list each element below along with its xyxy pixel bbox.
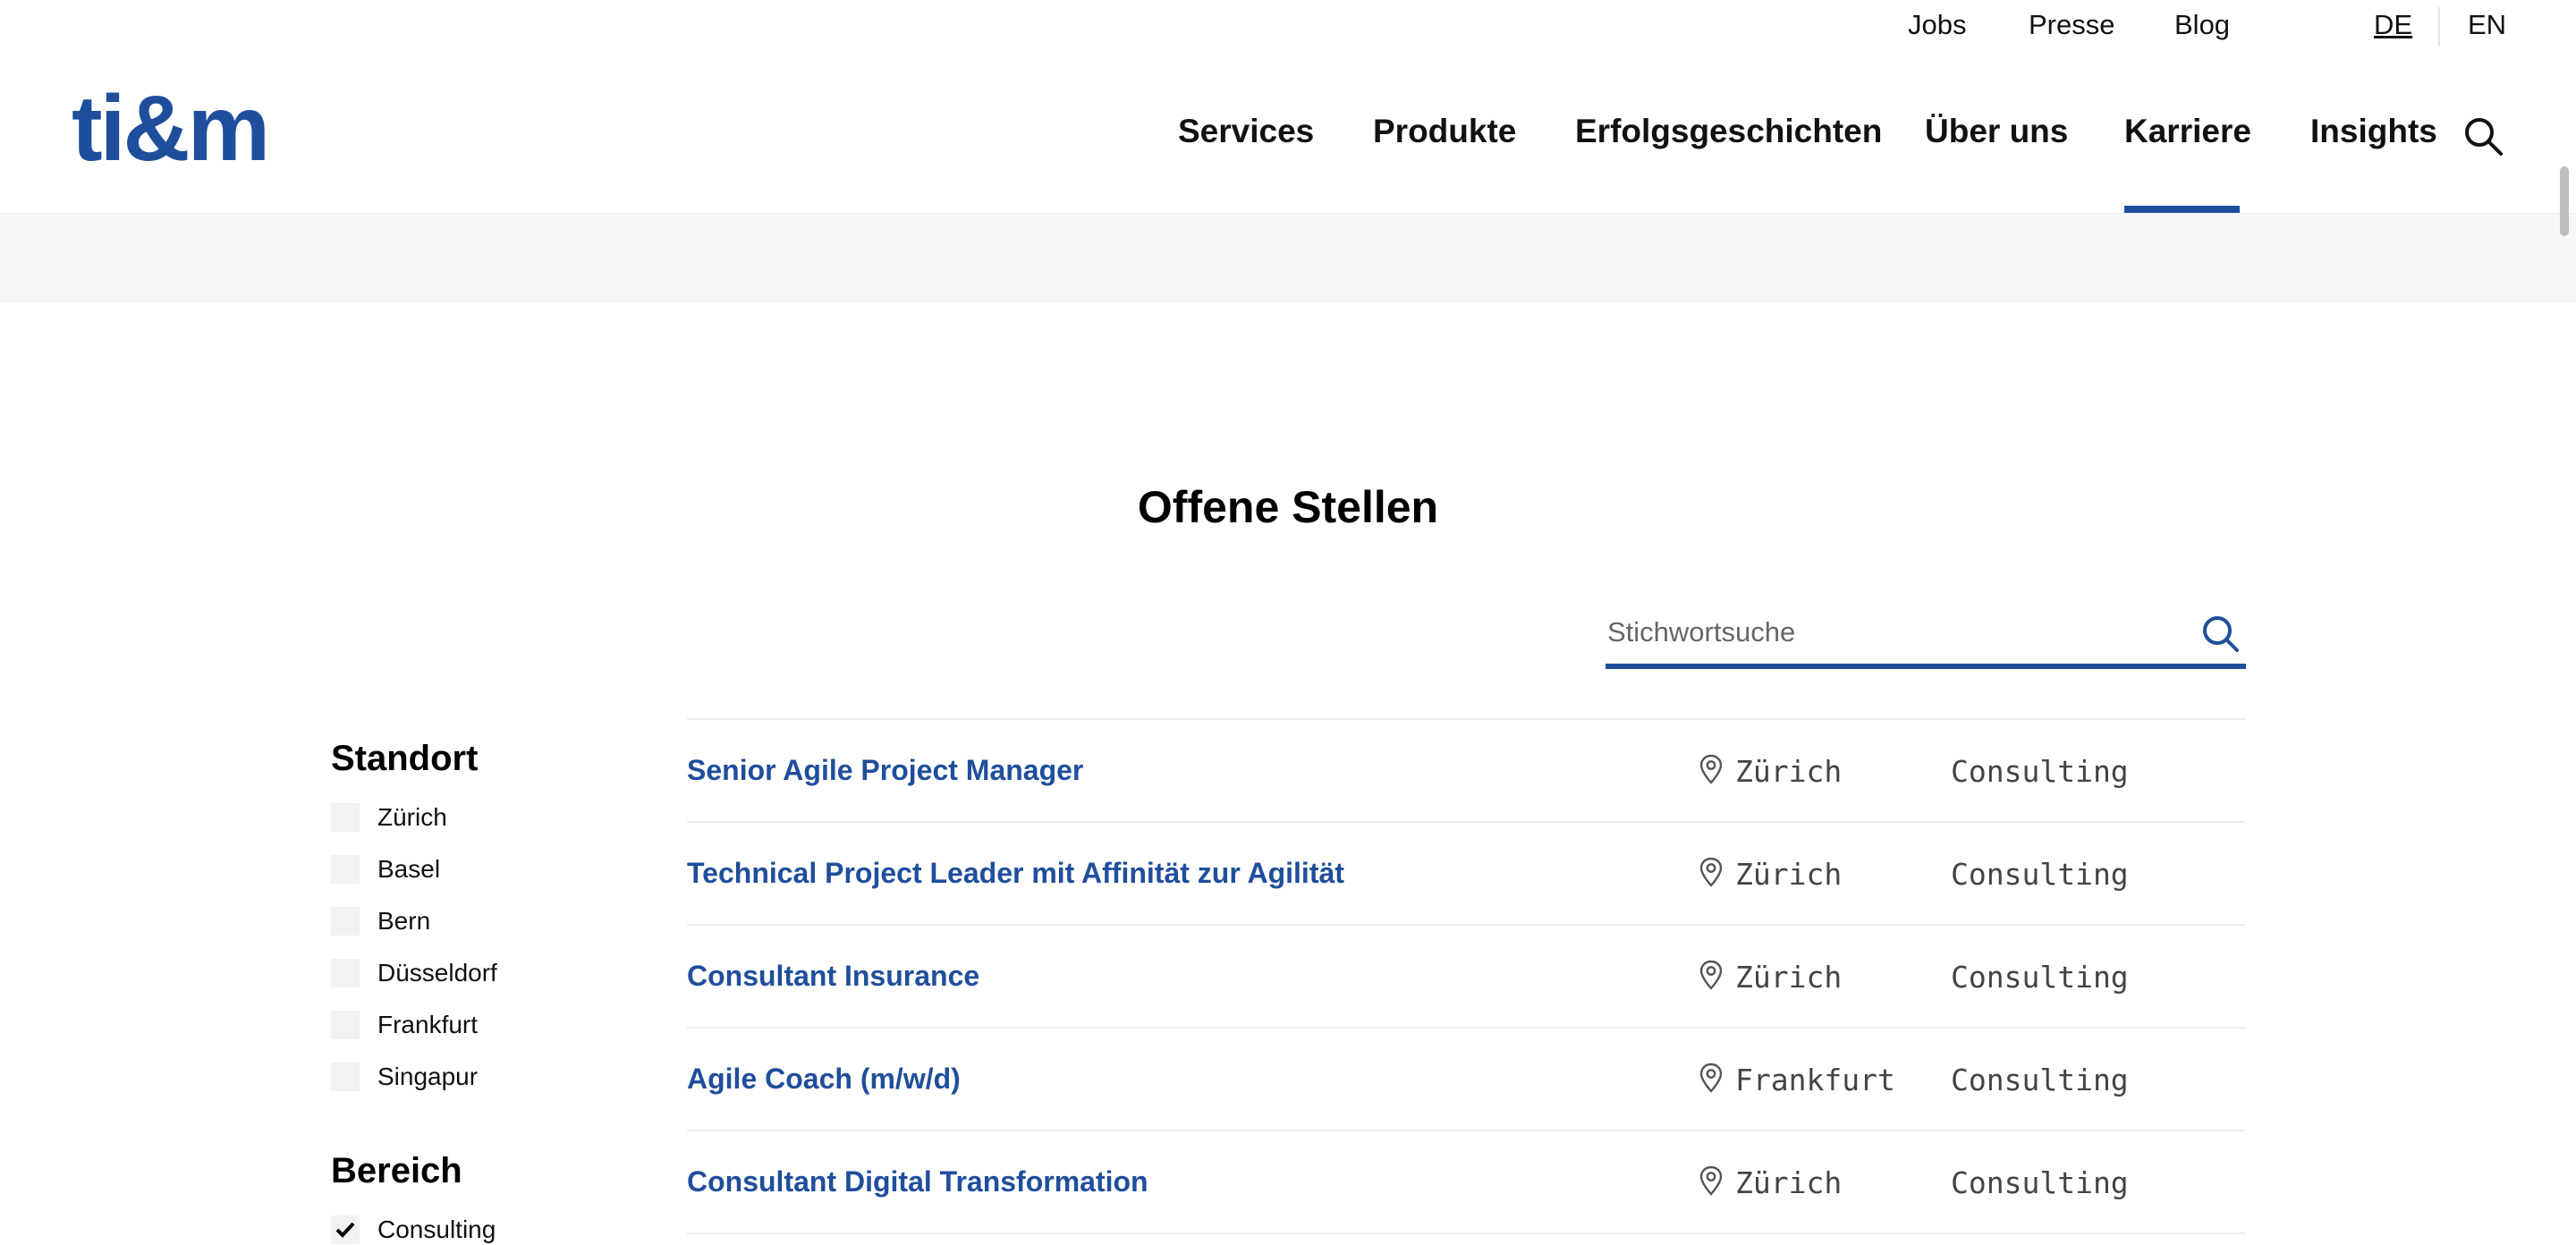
nav-item-insights[interactable]: Insights: [2310, 113, 2437, 150]
language-en-link[interactable]: EN: [2468, 9, 2506, 41]
checkbox[interactable]: [331, 1011, 360, 1039]
filter-option-consulting[interactable]: Consulting: [331, 1215, 496, 1245]
job-title-link[interactable]: Senior Agile Project Manager: [687, 754, 1083, 787]
filter-option-label: Bern: [377, 907, 431, 935]
map-pin-icon: [1699, 1063, 1723, 1093]
checkbox[interactable]: [331, 1063, 360, 1091]
map-pin-icon: [1699, 1165, 1723, 1196]
filter-option-duesseldorf[interactable]: Düsseldorf: [331, 958, 497, 988]
checkmark-icon: [335, 1222, 355, 1238]
job-list: Senior Agile Project Manager Zürich Cons…: [687, 718, 2245, 1234]
job-row[interactable]: Consultant Digital Transformation Zürich…: [687, 1130, 2245, 1234]
job-row[interactable]: Agile Coach (m/w/d) Frankfurt Consulting: [687, 1027, 2245, 1130]
map-pin-icon: [1699, 857, 1723, 887]
nav-item-erfolgsgeschichten[interactable]: Erfolgsgeschichten: [1575, 113, 1882, 150]
checkbox[interactable]: [331, 855, 360, 884]
utility-link-presse[interactable]: Presse: [2029, 9, 2114, 41]
job-location: Zürich: [1735, 960, 1843, 995]
site-logo[interactable]: ti&m: [72, 82, 270, 175]
job-row[interactable]: Consultant Insurance Zürich Consulting: [687, 924, 2245, 1027]
map-pin-icon: [1699, 960, 1723, 990]
scrollbar-thumb[interactable]: [2560, 166, 2569, 236]
job-location: Zürich: [1735, 857, 1843, 892]
filter-option-label: Zürich: [377, 803, 447, 831]
job-title-link[interactable]: Consultant Digital Transformation: [687, 1165, 1148, 1198]
job-department: Consulting: [1951, 857, 2129, 892]
job-department: Consulting: [1951, 960, 2129, 995]
nav-item-ueber-uns[interactable]: Über uns: [1925, 113, 2068, 150]
filter-option-basel[interactable]: Basel: [331, 854, 440, 885]
hero-band: [0, 214, 2576, 303]
filter-option-label: Consulting: [377, 1215, 496, 1243]
filter-option-zuerich[interactable]: Zürich: [331, 802, 447, 833]
keyword-search-input[interactable]: [1607, 610, 2180, 655]
active-nav-indicator: [2124, 206, 2240, 213]
filter-option-singapur[interactable]: Singapur: [331, 1062, 478, 1092]
job-location: Frankfurt: [1735, 1063, 1895, 1097]
nav-item-produkte[interactable]: Produkte: [1373, 113, 1516, 150]
filter-option-label: Düsseldorf: [377, 959, 497, 987]
checkbox-checked[interactable]: [331, 1215, 360, 1244]
search-icon[interactable]: [2200, 614, 2240, 653]
filter-heading-bereich: Bereich: [331, 1151, 462, 1190]
job-department: Consulting: [1951, 1063, 2129, 1097]
checkbox[interactable]: [331, 907, 360, 936]
filter-option-label: Frankfurt: [377, 1011, 479, 1038]
keyword-search: [1606, 601, 2246, 669]
job-row[interactable]: Senior Agile Project Manager Zürich Cons…: [687, 718, 2245, 821]
filter-option-frankfurt[interactable]: Frankfurt: [331, 1010, 478, 1040]
language-de-link[interactable]: DE: [2374, 9, 2412, 41]
filter-heading-standort: Standort: [331, 739, 479, 778]
filter-option-label: Singapur: [377, 1063, 479, 1090]
map-pin-icon: [1699, 754, 1723, 784]
utility-link-blog[interactable]: Blog: [2174, 9, 2230, 41]
job-department: Consulting: [1951, 1165, 2129, 1200]
nav-item-services[interactable]: Services: [1178, 113, 1314, 150]
job-location: Zürich: [1735, 1165, 1843, 1200]
checkbox[interactable]: [331, 959, 360, 987]
search-icon[interactable]: [2462, 114, 2504, 157]
utility-nav: Jobs Presse Blog DE EN: [0, 0, 2576, 54]
page-title: Offene Stellen: [1137, 482, 1439, 532]
utility-link-jobs[interactable]: Jobs: [1908, 9, 1966, 41]
filter-option-label: Basel: [377, 855, 441, 883]
job-row[interactable]: Technical Project Leader mit Affinität z…: [687, 821, 2245, 924]
nav-item-karriere[interactable]: Karriere: [2124, 113, 2251, 150]
job-title-link[interactable]: Consultant Insurance: [687, 960, 979, 993]
checkbox[interactable]: [331, 803, 360, 832]
job-title-link[interactable]: Agile Coach (m/w/d): [687, 1063, 961, 1096]
language-divider: [2438, 7, 2440, 47]
job-location: Zürich: [1735, 754, 1843, 789]
job-department: Consulting: [1951, 754, 2129, 789]
job-title-link[interactable]: Technical Project Leader mit Affinität z…: [687, 857, 1344, 890]
filter-option-bern[interactable]: Bern: [331, 906, 430, 936]
